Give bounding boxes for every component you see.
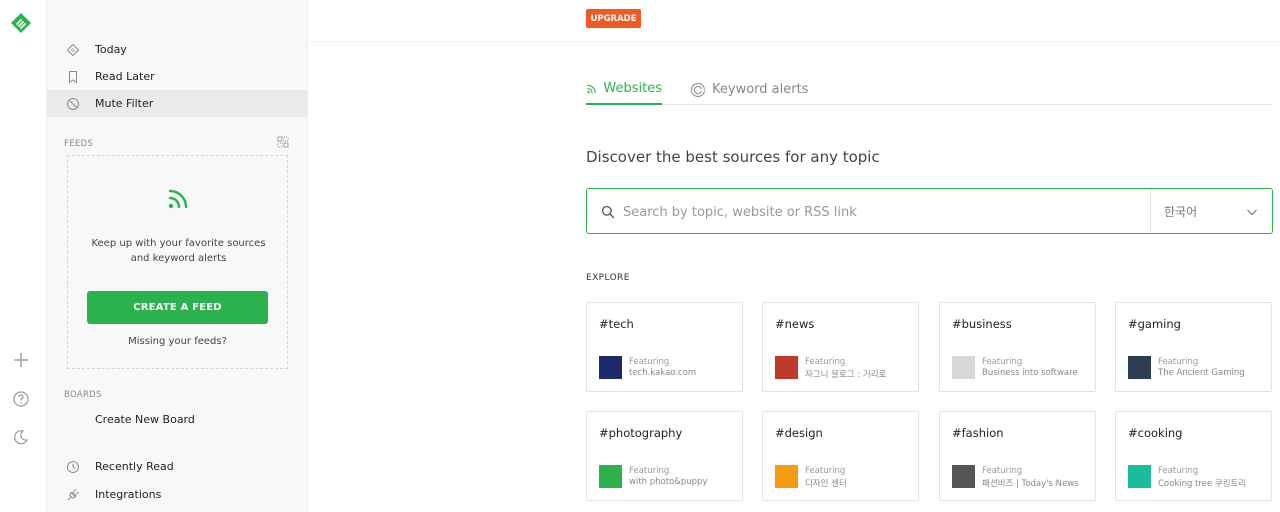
rss-icon <box>587 84 596 93</box>
featuring-label: Featuring <box>1158 357 1199 367</box>
topic-card-title: #tech <box>599 317 634 331</box>
featured-source-name: The Ancient Gaming <box>1158 368 1245 378</box>
sidebar-item-label: Integrations <box>95 488 162 501</box>
tab-keyword-alerts[interactable]: Keyword alerts <box>690 74 808 105</box>
page-title: Discover the best sources for any topic <box>586 148 880 166</box>
plus-icon[interactable] <box>12 351 30 369</box>
topic-card-title: #cooking <box>1128 426 1183 440</box>
upgrade-button[interactable]: UPGRADE <box>586 9 641 28</box>
source-thumbnail <box>952 356 975 379</box>
source-thumbnail <box>952 465 975 488</box>
featuring-label: Featuring <box>982 466 1023 476</box>
topic-card-photography[interactable]: #photography Featuring with photo&puppy <box>586 411 743 501</box>
topic-card-title: #design <box>775 426 823 440</box>
source-thumbnail <box>1128 465 1151 488</box>
feeds-section-label: FEEDS <box>64 139 94 149</box>
explore-section-label: EXPLORE <box>586 273 630 283</box>
sidebar-item-read-later[interactable]: Read Later <box>47 63 308 90</box>
sidebar-item-mute-filter[interactable]: Mute Filter <box>47 90 308 117</box>
tab-keyword-alerts-label: Keyword alerts <box>712 82 809 97</box>
sidebar-item-label: Recently Read <box>95 460 174 473</box>
moon-icon[interactable] <box>12 428 30 446</box>
sidebar-item-today[interactable]: Today <box>47 36 308 63</box>
sidebar-item-recently-read[interactable]: Recently Read <box>47 453 308 480</box>
source-thumbnail <box>599 356 622 379</box>
bookmark-icon <box>69 70 77 83</box>
featuring-label: Featuring <box>1158 466 1199 476</box>
keyword-alert-icon <box>690 82 706 97</box>
topic-card-tech[interactable]: #tech Featuring tech.kakao.com <box>586 302 743 392</box>
create-new-board-label: Create New Board <box>95 413 195 426</box>
tab-websites[interactable]: Websites <box>586 74 662 105</box>
mute-icon <box>67 97 79 110</box>
clock-icon <box>67 460 79 473</box>
source-thumbnail <box>1128 356 1151 379</box>
feedly-logo-icon[interactable] <box>10 12 32 34</box>
sidebar-item-integrations[interactable]: Integrations <box>47 481 308 508</box>
plug-icon <box>67 488 79 500</box>
empty-feeds-panel: Keep up with your favorite sources and k… <box>67 155 288 369</box>
left-rail <box>0 0 47 512</box>
rss-icon <box>168 189 188 209</box>
sidebar-item-label: Today <box>95 43 127 56</box>
source-thumbnail <box>775 465 798 488</box>
topic-card-title: #business <box>952 317 1012 331</box>
sidebar: Today Read Later Mute Filter FEEDS Keep … <box>47 0 308 512</box>
topic-card-cooking[interactable]: #cooking Featuring Cooking tree 쿠킹트리 <box>1115 411 1272 501</box>
create-feed-button[interactable]: CREATE A FEED <box>87 291 268 324</box>
topic-card-news[interactable]: #news Featuring 자그니 블로그 : 거리로 <box>762 302 919 392</box>
topic-card-design[interactable]: #design Featuring 디자인 센터 <box>762 411 919 501</box>
featured-source-name: Business into software <box>982 368 1078 378</box>
source-thumbnail <box>599 465 622 488</box>
missing-feeds-link[interactable]: Missing your feeds? <box>68 336 287 347</box>
featured-source-name: 패션비즈 | Today's News <box>982 479 1079 489</box>
layout-grid-icon[interactable] <box>277 136 289 148</box>
language-select-value[interactable]: 한국어 <box>1164 203 1197 220</box>
topic-card-title: #news <box>775 317 815 331</box>
featuring-label: Featuring <box>805 466 846 476</box>
featuring-label: Featuring <box>629 466 670 476</box>
featuring-label: Featuring <box>629 357 670 367</box>
source-search-bar: 한국어 <box>586 188 1273 234</box>
topic-card-gaming[interactable]: #gaming Featuring The Ancient Gaming <box>1115 302 1272 392</box>
featured-source-name: with photo&puppy <box>629 477 708 487</box>
create-new-board-link[interactable]: Create New Board <box>47 406 308 433</box>
tab-websites-label: Websites <box>603 81 662 96</box>
top-bar: UPGRADE <box>309 0 1280 42</box>
featured-source-name: tech.kakao.com <box>629 368 697 378</box>
topic-card-title: #gaming <box>1128 317 1181 331</box>
search-input[interactable] <box>623 201 1143 223</box>
search-divider <box>1150 189 1151 233</box>
topic-card-fashion[interactable]: #fashion Featuring 패션비즈 | Today's News <box>939 411 1096 501</box>
help-circle-icon[interactable] <box>12 390 30 408</box>
topic-card-title: #photography <box>599 426 683 440</box>
boards-section-label: BOARDS <box>64 390 102 400</box>
featured-source-name: Cooking tree 쿠킹트리 <box>1158 479 1247 489</box>
source-type-tabs: Websites Keyword alerts <box>586 74 1272 105</box>
sidebar-item-label: Mute Filter <box>95 97 154 110</box>
topic-card-business[interactable]: #business Featuring Business into softwa… <box>939 302 1096 392</box>
featured-source-name: 디자인 센터 <box>805 479 847 489</box>
empty-feeds-description: Keep up with your favorite sources and k… <box>91 238 266 264</box>
featuring-label: Featuring <box>805 357 846 367</box>
source-thumbnail <box>775 356 798 379</box>
sidebar-item-label: Read Later <box>95 70 155 83</box>
diamond-icon <box>66 43 80 56</box>
topic-card-title: #fashion <box>952 426 1004 440</box>
chevron-down-icon[interactable] <box>1245 205 1259 219</box>
featuring-label: Featuring <box>982 357 1023 367</box>
search-icon <box>601 205 615 219</box>
featured-source-name: 자그니 블로그 : 거리로 <box>805 370 887 380</box>
